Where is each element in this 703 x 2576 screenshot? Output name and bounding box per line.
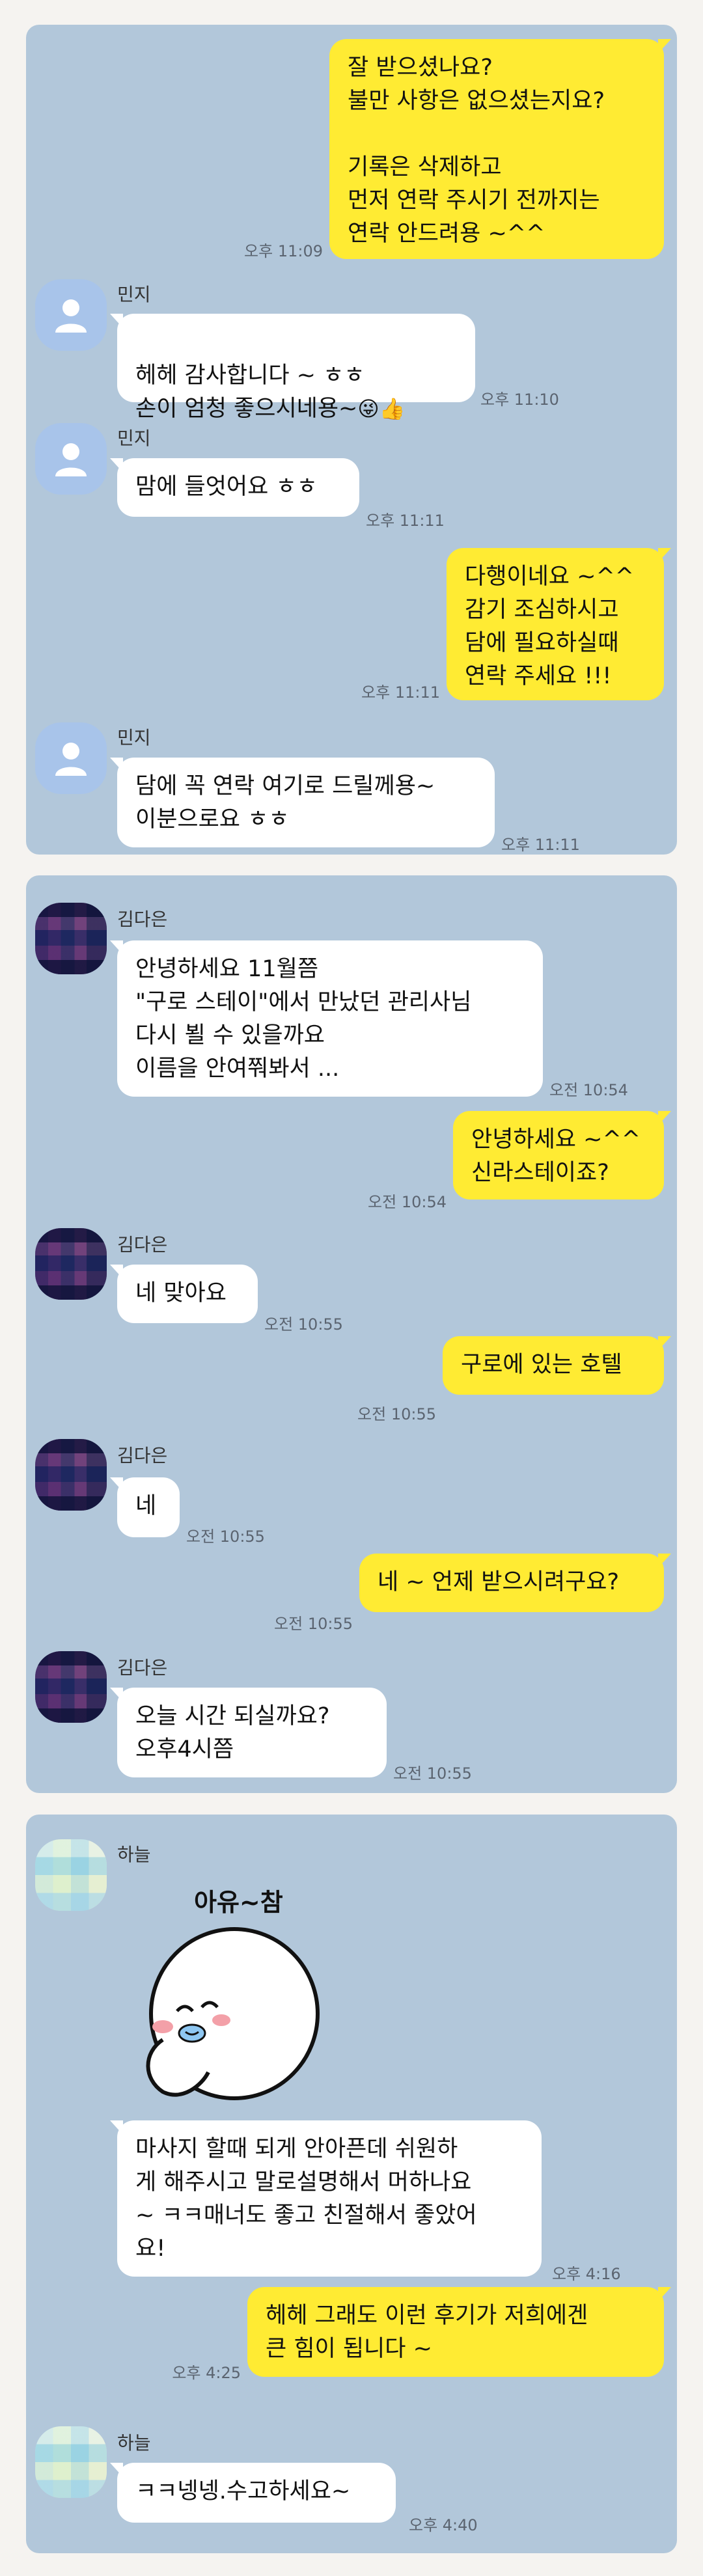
message-timestamp: 오후 4:25 xyxy=(172,2364,241,2382)
avatar[interactable] xyxy=(35,722,107,794)
avatar[interactable] xyxy=(35,1439,107,1511)
message-timestamp: 오후 11:09 xyxy=(244,242,323,260)
sender-name: 김다은 xyxy=(117,909,168,930)
avatar[interactable] xyxy=(35,279,107,351)
emoji-icon: 😜👍 xyxy=(357,396,406,421)
person-silhouette-icon xyxy=(55,443,87,476)
message-text: 헤헤 감사합니다 ~ ㅎㅎ 손이 엄청 좋으시네용~ xyxy=(135,363,365,422)
sender-name: 민지 xyxy=(117,727,151,748)
my-message-bubble[interactable]: 안녕하세요 ~^^ 신라스테이죠? xyxy=(453,1111,671,1199)
sender-name: 민지 xyxy=(117,284,151,305)
message-timestamp: 오후 4:16 xyxy=(552,2265,621,2283)
message-timestamp: 오전 10:55 xyxy=(274,1615,353,1633)
their-message-bubble[interactable]: ㅋㅋ넹넹.수고하세요~ xyxy=(110,2463,396,2523)
sender-name: 하늘 xyxy=(117,1844,151,1865)
sender-name: 김다은 xyxy=(117,1234,168,1255)
sender-name: 민지 xyxy=(117,428,151,449)
my-message-bubble[interactable]: 네 ~ 언제 받으시려구요? xyxy=(359,1554,671,1612)
my-message-bubble[interactable]: 잘 받으셨나요? 불만 사항은 없으셨는지요? 기록은 삭제하고 먼저 연락 주… xyxy=(329,39,671,259)
person-silhouette-icon xyxy=(55,299,87,333)
message-timestamp: 오후 11:10 xyxy=(480,391,559,409)
their-message-bubble[interactable]: 네 xyxy=(110,1477,180,1537)
message-timestamp: 오전 10:55 xyxy=(357,1405,436,1423)
chat-panel-1: 잘 받으셨나요? 불만 사항은 없으셨는지요? 기록은 삭제하고 먼저 연락 주… xyxy=(26,25,677,855)
message-timestamp: 오전 10:54 xyxy=(549,1081,628,1099)
smiling-face-sticker-icon xyxy=(146,1927,320,2100)
message-timestamp: 오전 10:55 xyxy=(264,1315,343,1334)
sticker-caption: 아유~참 xyxy=(194,1888,283,1917)
sticker[interactable]: 아유~참 xyxy=(117,1873,371,2114)
person-silhouette-icon xyxy=(55,743,87,776)
my-message-bubble[interactable]: 헤헤 그래도 이런 후기가 저희에겐 큰 힘이 됩니다 ~ xyxy=(247,2287,671,2377)
avatar[interactable] xyxy=(35,1228,107,1300)
their-message-bubble[interactable]: 안녕하세요 11월쯤 "구로 스테이"에서 만났던 관리사님 다시 뵐 수 있을… xyxy=(110,940,543,1097)
message-timestamp: 오후 4:40 xyxy=(409,2516,478,2534)
message-timestamp: 오후 11:11 xyxy=(501,836,580,854)
my-message-bubble[interactable]: 구로에 있는 호텔 xyxy=(443,1336,671,1395)
their-message-bubble[interactable]: 마사지 할때 되게 안아픈데 쉬원하 게 해주시고 말로설명해서 머하나요 ~ … xyxy=(110,2120,542,2277)
their-message-bubble[interactable]: 맘에 들엇어요 ㅎㅎ xyxy=(110,458,359,517)
their-message-bubble[interactable]: 담에 꼭 연락 여기로 드릴께용~ 이분으로요 ㅎㅎ xyxy=(110,758,495,847)
sender-name: 하늘 xyxy=(117,2432,151,2454)
my-message-bubble[interactable]: 다행이네요 ~^^ 감기 조심하시고 담에 필요하실때 연락 주세요 !!! xyxy=(447,548,671,700)
sender-name: 김다은 xyxy=(117,1657,168,1679)
message-timestamp: 오전 10:55 xyxy=(186,1528,265,1546)
their-message-bubble[interactable]: 오늘 시간 되실까요? 오후4시쯤 xyxy=(110,1688,387,1777)
message-timestamp: 오후 11:11 xyxy=(361,683,440,702)
message-timestamp: 오전 10:55 xyxy=(393,1764,472,1783)
avatar[interactable] xyxy=(35,423,107,495)
avatar[interactable] xyxy=(35,1839,107,1911)
chat-panel-3: 하늘 아유~참 마사지 할때 되게 안아픈데 쉬원하 게 해주시고 말로설명해서… xyxy=(26,1815,677,2553)
avatar[interactable] xyxy=(35,1651,107,1723)
their-message-bubble[interactable]: 헤헤 감사합니다 ~ ㅎㅎ 손이 엄청 좋으시네용~😜👍 xyxy=(110,314,475,422)
message-timestamp: 오후 11:11 xyxy=(366,512,445,530)
avatar[interactable] xyxy=(35,2426,107,2498)
their-message-bubble[interactable]: 네 맞아요 xyxy=(110,1265,258,1323)
sender-name: 김다은 xyxy=(117,1445,168,1466)
message-timestamp: 오전 10:54 xyxy=(368,1193,447,1211)
avatar[interactable] xyxy=(35,903,107,974)
chat-panel-2: 김다은 안녕하세요 11월쯤 "구로 스테이"에서 만났던 관리사님 다시 뵐 … xyxy=(26,875,677,1793)
